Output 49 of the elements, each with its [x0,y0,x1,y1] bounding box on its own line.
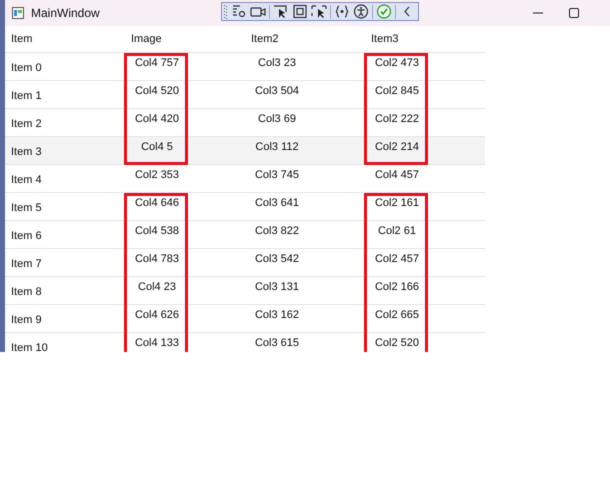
table-cell-text: Col4 133 [134,337,180,351]
column-header[interactable]: Item3 [371,34,399,44]
column-header[interactable]: Item [11,34,32,44]
table-cell-text: Col2 214 [374,141,420,155]
table-cell-text: Col2 473 [374,57,420,71]
column-header[interactable]: Image [131,34,162,44]
table-cell-text: Col3 23 [257,57,297,71]
table-cell-text: Col4 538 [134,225,180,239]
table-cell-text: Item 1 [10,88,43,102]
table-cell-text: Item 9 [10,312,43,326]
table-cell-text: Col3 69 [257,113,297,127]
table-cell-text: Col2 166 [374,281,420,295]
table-cell-text: Col4 646 [134,197,180,211]
table-cell-text: Col4 626 [134,309,180,323]
table-cell-text: Item 2 [10,116,43,130]
table-cell-text: Col4 23 [137,281,177,295]
column-header[interactable]: Item2 [251,34,279,44]
table-cell-text: Col4 457 [374,169,420,183]
table-cell-text: Col2 353 [134,169,180,183]
table-cell-text: Col3 162 [254,309,300,323]
table-cell-text: Col2 457 [374,253,420,267]
table-cell-text: Col4 420 [134,113,180,127]
table-cell-text: Col3 131 [254,281,300,295]
table-cell-text: Item 10 [10,340,49,352]
table-cell-text: Item 4 [10,172,43,186]
table-cell-text: Col3 615 [254,337,300,351]
table-cell-text: Col2 161 [374,197,420,211]
table-cell-text: Item 5 [10,200,43,214]
table-cell-text: Col3 641 [254,197,300,211]
table-cell-text: Col2 665 [374,309,420,323]
table-cell-text: Col3 745 [254,169,300,183]
table-cell-text: Item 8 [10,284,43,298]
window-title: MainWindow [31,6,100,20]
table-cell-text: Col4 520 [134,85,180,99]
table-cell-text: Item 6 [10,228,43,242]
table-cell-text: Col4 757 [134,57,180,71]
table-cell-text: Col2 61 [377,225,417,239]
table-cell-text: Col2 520 [374,337,420,351]
table-cell-text: Col3 822 [254,225,300,239]
table-cell-text: Col2 845 [374,85,420,99]
table-cell-text: Item 3 [10,144,43,158]
table-cell-text: Col4 783 [134,253,180,267]
table-cell-text: Item 0 [10,60,43,74]
table-cell-text: Col3 504 [254,85,300,99]
table-cell-text: Col2 222 [374,113,420,127]
table-cell-text: Col3 112 [254,141,300,155]
table-cell-text: Item 7 [10,256,43,270]
table-cell-text: Col4 5 [140,141,174,155]
table-cell-text: Col3 542 [254,253,300,267]
